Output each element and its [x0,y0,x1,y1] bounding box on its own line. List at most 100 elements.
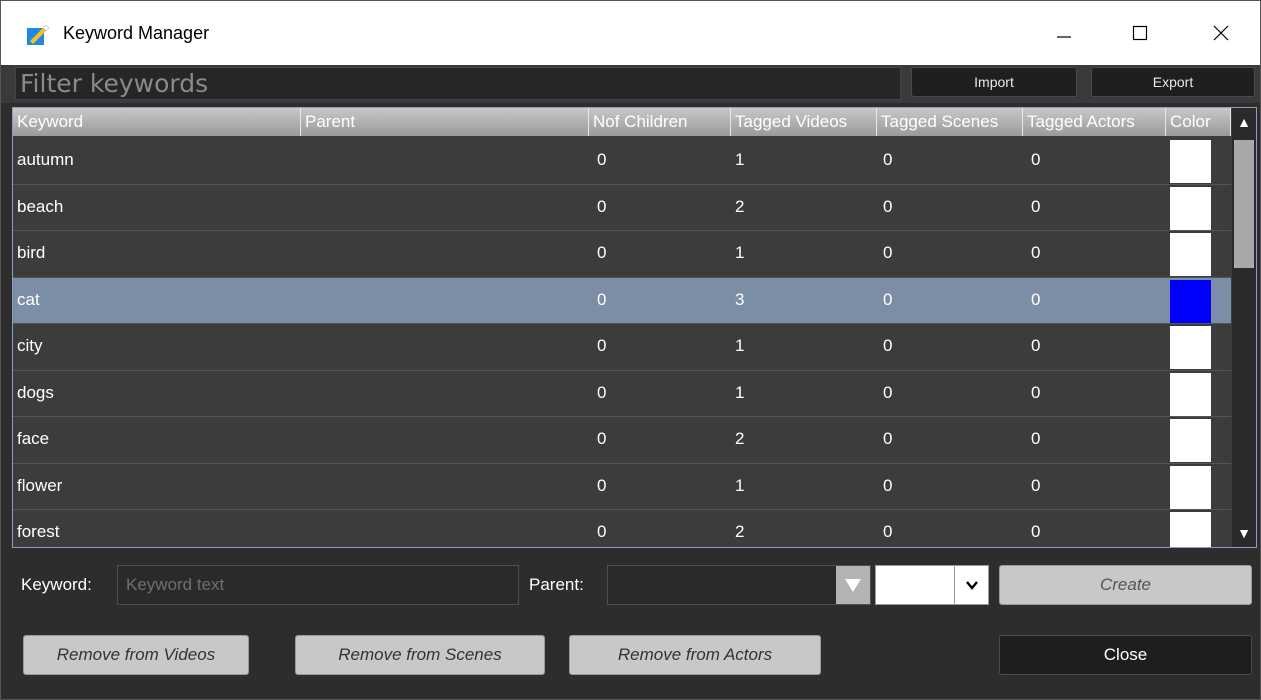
table-row[interactable]: face 0 2 0 0 [13,417,1231,464]
children-cell: 0 [597,196,607,216]
table-row[interactable]: bird 0 1 0 0 [13,231,1231,278]
triangle-down-icon [845,579,861,592]
color-swatch[interactable] [1170,326,1211,369]
parent-cell [301,417,305,463]
action-buttons: Remove from Videos Remove from Scenes Re… [1,633,1260,677]
scenes-cell: 0 [883,196,893,216]
videos-cell: 3 [735,289,745,309]
keyword-cell: beach [17,196,64,216]
close-button[interactable]: Close [999,635,1252,675]
vertical-scrollbar[interactable]: ▲ ▼ [1232,108,1256,547]
scenes-cell: 0 [883,522,893,541]
parent-dropdown[interactable] [607,565,871,605]
children-cell: 0 [597,382,607,402]
title-bar: Keyword Manager [1,1,1260,65]
keyword-cell: autumn [17,150,74,169]
keyword-cell: cat [17,289,40,309]
parent-cell [301,231,305,277]
minimize-icon [1057,36,1071,38]
chevron-down-icon [965,581,978,590]
keyword-cell: face [17,429,50,448]
scroll-down-icon[interactable]: ▼ [1232,519,1256,547]
column-header-color[interactable]: Color [1166,108,1231,136]
create-button[interactable]: Create [999,565,1252,605]
table-row[interactable]: dogs 0 1 0 0 [13,370,1231,417]
scenes-cell: 0 [883,475,893,495]
keyword-label: Keyword: [21,575,92,594]
color-swatch[interactable] [1170,512,1211,547]
videos-cell: 2 [735,429,745,448]
table-row[interactable]: city 0 1 0 0 [13,324,1231,371]
videos-cell: 1 [735,336,745,355]
table-row[interactable]: flower 0 1 0 0 [13,463,1231,510]
parent-cell [301,464,305,510]
filter-input[interactable] [15,67,901,100]
color-swatch[interactable] [1170,465,1211,509]
color-swatch[interactable] [1170,186,1211,230]
keyword-table: Keyword Parent Nof Children Tagged Video… [12,107,1257,548]
column-header-videos[interactable]: Tagged Videos [731,108,877,136]
parent-cell [301,138,305,184]
table-row[interactable]: forest 0 2 0 0 [13,510,1231,547]
children-cell: 0 [597,289,607,309]
actors-cell: 0 [1031,196,1041,216]
table-row-selected[interactable]: cat 0 3 0 0 [13,277,1231,324]
keyword-manager-window: Keyword Manager Import Export Keyword Pa… [0,0,1261,700]
children-cell: 0 [597,429,607,448]
maximize-button[interactable] [1110,1,1170,65]
actors-cell: 0 [1031,429,1041,448]
children-cell: 0 [597,475,607,495]
color-dropdown-arrow[interactable] [954,566,988,604]
videos-cell: 1 [735,475,745,495]
scenes-cell: 0 [883,336,893,355]
column-header-actors[interactable]: Tagged Actors [1023,108,1166,136]
column-header-parent[interactable]: Parent [301,108,589,136]
export-button[interactable]: Export [1091,67,1255,97]
table-row[interactable]: autumn 0 1 0 0 [13,138,1231,185]
maximize-icon [1132,25,1148,41]
children-cell: 0 [597,522,607,541]
parent-dropdown-arrow[interactable] [836,566,870,604]
color-swatch[interactable] [1170,140,1211,183]
scenes-cell: 0 [883,429,893,448]
children-cell: 0 [597,243,607,262]
remove-from-scenes-button[interactable]: Remove from Scenes [295,635,545,675]
parent-cell [301,278,305,324]
children-cell: 0 [597,336,607,355]
remove-from-actors-button[interactable]: Remove from Actors [569,635,821,675]
minimize-button[interactable] [1034,1,1094,65]
videos-cell: 2 [735,196,745,216]
actors-cell: 0 [1031,382,1041,402]
color-picker[interactable] [875,565,989,605]
scenes-cell: 0 [883,150,893,169]
scenes-cell: 0 [883,382,893,402]
remove-from-videos-button[interactable]: Remove from Videos [23,635,249,675]
color-swatch[interactable] [1170,419,1211,462]
table-header: Keyword Parent Nof Children Tagged Video… [13,108,1231,136]
videos-cell: 1 [735,382,745,402]
column-header-scenes[interactable]: Tagged Scenes [877,108,1023,136]
keyword-cell: forest [17,522,60,541]
parent-cell [301,324,305,370]
color-swatch[interactable] [1170,279,1211,323]
table-row[interactable]: beach 0 2 0 0 [13,184,1231,231]
import-button[interactable]: Import [911,67,1077,97]
scroll-up-icon[interactable]: ▲ [1232,108,1256,136]
scenes-cell: 0 [883,243,893,262]
filter-bar: Import Export [1,65,1260,103]
parent-label: Parent: [529,575,584,594]
scrollbar-thumb[interactable] [1234,140,1254,268]
actors-cell: 0 [1031,289,1041,309]
close-icon [1213,25,1229,41]
keyword-input[interactable] [117,565,519,605]
color-swatch[interactable] [1170,233,1211,276]
column-header-children[interactable]: Nof Children [589,108,731,136]
actors-cell: 0 [1031,475,1041,495]
keyword-cell: bird [17,243,46,262]
close-window-button[interactable] [1191,1,1251,65]
color-swatch[interactable] [1170,372,1211,416]
app-icon [27,25,49,45]
actors-cell: 0 [1031,522,1041,541]
column-header-keyword[interactable]: Keyword [13,108,301,136]
table-body: autumn 0 1 0 0 beach 0 2 0 0 bird 0 1 0 … [13,138,1231,547]
